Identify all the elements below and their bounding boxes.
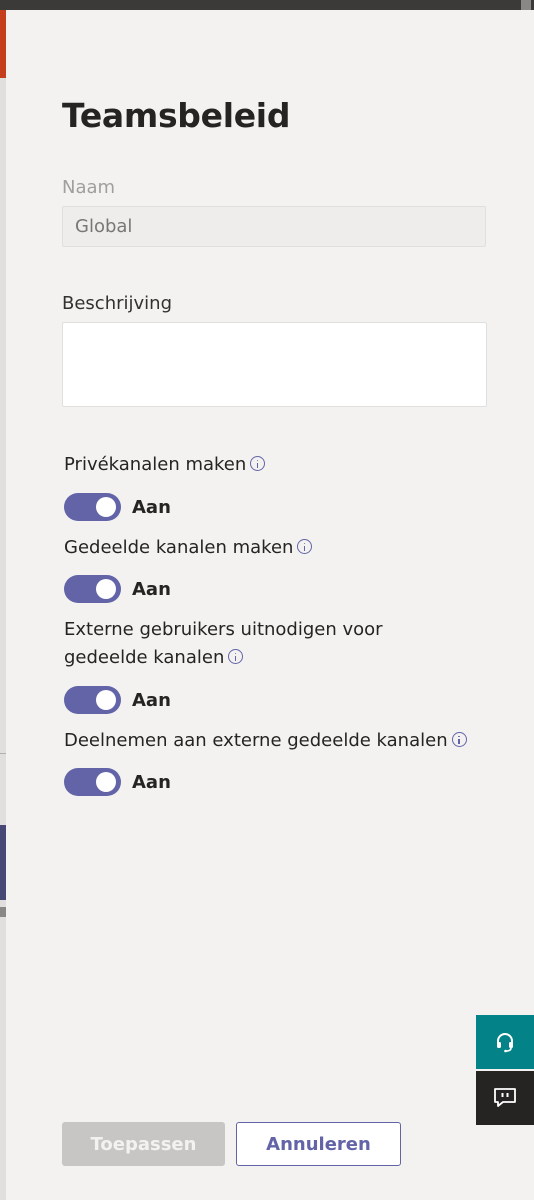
info-icon[interactable] (297, 539, 313, 554)
name-label: Naam (62, 177, 116, 198)
description-field[interactable] (62, 322, 487, 407)
info-icon[interactable] (228, 649, 244, 664)
cancel-button[interactable]: Annuleren (236, 1122, 401, 1166)
toggle-knob (96, 497, 116, 517)
feedback-button[interactable] (476, 1071, 534, 1125)
setting-invite-external-label: Externe gebruikers uitnodigen voor gedee… (64, 616, 464, 672)
setting-shared-channels-label: Gedeelde kanalen maken (64, 534, 484, 562)
toggle-knob (96, 690, 116, 710)
info-icon[interactable] (451, 732, 467, 747)
headset-icon (497, 1033, 513, 1053)
setting-join-external-label: Deelnemen aan externe gedeelde kanalen (64, 727, 484, 755)
setting-invite-external-toggle-row: Aan (64, 686, 171, 714)
description-label: Beschrijving (62, 293, 172, 314)
panel-title: Teamsbeleid (62, 96, 291, 135)
name-field: Global (62, 206, 486, 247)
info-icon[interactable] (250, 456, 266, 471)
invite-external-toggle[interactable] (64, 686, 121, 714)
toggle-state-label: Aan (132, 578, 171, 600)
setting-shared-channels-toggle-row: Aan (64, 575, 171, 603)
setting-label-text: Externe gebruikers uitnodigen voor gedee… (64, 619, 383, 668)
policy-panel: Teamsbeleid Naam Global Beschrijving Pri… (6, 10, 534, 1200)
toggle-knob (96, 579, 116, 599)
toggle-knob (96, 772, 116, 792)
toggle-state-label: Aan (132, 771, 171, 793)
toggle-state-label: Aan (132, 689, 171, 711)
setting-join-external-toggle-row: Aan (64, 768, 171, 796)
shared-channels-toggle[interactable] (64, 575, 121, 603)
top-bar (0, 0, 534, 10)
setting-private-channels-toggle-row: Aan (64, 493, 171, 521)
private-channels-toggle[interactable] (64, 493, 121, 521)
top-bar-edge (521, 0, 531, 10)
join-external-toggle[interactable] (64, 768, 121, 796)
feedback-icon (494, 1088, 516, 1107)
setting-label-text: Deelnemen aan externe gedeelde kanalen (64, 730, 448, 751)
help-button[interactable] (476, 1015, 534, 1069)
setting-private-channels-label: Privékanalen maken (64, 451, 484, 479)
setting-label-text: Privékanalen maken (64, 454, 247, 475)
toggle-state-label: Aan (132, 496, 171, 518)
apply-button[interactable]: Toepassen (62, 1122, 225, 1166)
setting-label-text: Gedeelde kanalen maken (64, 537, 294, 558)
